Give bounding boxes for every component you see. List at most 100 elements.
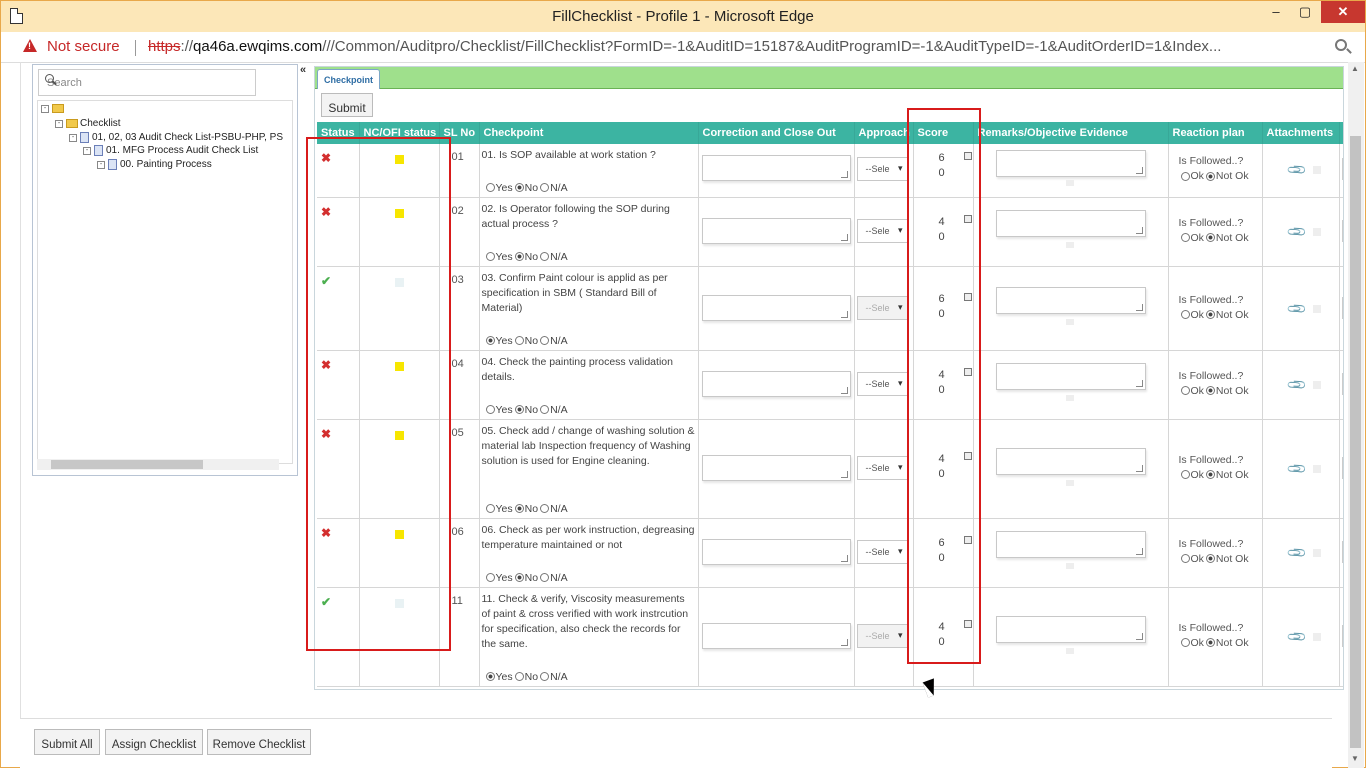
radio-yes[interactable] xyxy=(485,504,495,513)
radio-no[interactable] xyxy=(514,252,524,261)
radio-ok[interactable] xyxy=(1180,470,1190,480)
submit-button[interactable]: Submit xyxy=(321,93,373,117)
paperclip-icon[interactable]: 📎 xyxy=(1285,373,1308,396)
radio-no[interactable] xyxy=(514,336,524,345)
radio-no[interactable] xyxy=(514,672,524,681)
page-vertical-scrollbar[interactable]: ▲ ▼ xyxy=(1348,62,1364,768)
expand-icon[interactable]: - xyxy=(83,146,91,155)
radio-na[interactable] xyxy=(540,672,550,681)
assign-checklist-button[interactable]: Assign Checklist xyxy=(105,729,203,755)
radio-no[interactable] xyxy=(514,573,524,582)
checkpoint-text: 01. Is SOP available at work station ? xyxy=(481,149,656,161)
radio-yes[interactable] xyxy=(485,252,495,261)
url-text[interactable]: https://qa46a.ewqims.com///Common/Auditp… xyxy=(148,38,1221,55)
radio-not-ok[interactable] xyxy=(1205,638,1215,648)
remarks-textarea[interactable] xyxy=(995,615,1146,643)
paperclip-icon[interactable]: 📎 xyxy=(1285,625,1308,648)
expand-icon[interactable]: - xyxy=(41,104,49,113)
correction-textarea[interactable] xyxy=(701,217,851,244)
radio-ok[interactable] xyxy=(1180,386,1190,396)
tree-root[interactable]: - xyxy=(41,104,66,113)
expand-icon[interactable]: - xyxy=(55,119,63,128)
radio-not-ok[interactable] xyxy=(1205,233,1215,243)
expand-icon[interactable]: - xyxy=(69,133,77,142)
approach-select[interactable]: --Sele ▾ xyxy=(856,539,908,564)
checkpoint-text: 06. Check as per work instruction, degre… xyxy=(481,523,695,551)
radio-yes[interactable] xyxy=(485,573,495,582)
radio-na[interactable] xyxy=(540,183,550,192)
radio-na[interactable] xyxy=(540,573,550,582)
tree-node-checklist[interactable]: - Checklist xyxy=(55,118,121,129)
radio-not-ok[interactable] xyxy=(1205,171,1215,181)
scroll-down-icon[interactable]: ▼ xyxy=(1351,754,1359,763)
zoom-icon[interactable] xyxy=(1335,39,1347,51)
scrollbar-thumb[interactable] xyxy=(51,460,203,469)
correction-textarea[interactable] xyxy=(701,294,851,321)
tree-horizontal-scrollbar[interactable] xyxy=(37,459,279,470)
radio-no[interactable] xyxy=(514,504,524,513)
checklist-panel: Checkpoint Submit Status NC/OFI status S… xyxy=(314,66,1344,690)
tree-node-mfg-process[interactable]: - 01. MFG Process Audit Check List xyxy=(83,145,258,156)
correction-textarea[interactable] xyxy=(701,454,851,481)
scroll-up-icon[interactable]: ▲ xyxy=(1351,64,1359,73)
paperclip-icon[interactable]: 📎 xyxy=(1285,220,1308,243)
radio-not-ok[interactable] xyxy=(1205,470,1215,480)
radio-ok[interactable] xyxy=(1180,638,1190,648)
approach-select[interactable]: --Sele ▾ xyxy=(856,623,908,648)
approach-select[interactable]: --Sele ▾ xyxy=(856,157,908,181)
address-bar[interactable]: Not secure https://qa46a.ewqims.com///Co… xyxy=(1,32,1365,63)
security-indicator[interactable]: Not secure xyxy=(47,38,120,55)
radio-yes[interactable] xyxy=(485,672,495,681)
remarks-textarea[interactable] xyxy=(995,362,1146,390)
paperclip-icon[interactable]: 📎 xyxy=(1285,297,1308,320)
radio-na[interactable] xyxy=(540,252,550,261)
reaction-plan: Is Followed..? Ok Not Ok xyxy=(1178,621,1249,649)
expand-icon[interactable]: - xyxy=(97,160,105,169)
approach-select[interactable]: --Sele ▾ xyxy=(856,295,908,320)
radio-na[interactable] xyxy=(540,336,550,345)
minimize-button[interactable]: – xyxy=(1263,1,1289,23)
attachment-indicator xyxy=(1312,464,1321,473)
tree-node-painting[interactable]: - 00. Painting Process xyxy=(97,159,212,170)
radio-not-ok[interactable] xyxy=(1205,554,1215,564)
remove-checklist-button[interactable]: Remove Checklist xyxy=(207,729,311,755)
radio-na[interactable] xyxy=(540,504,550,513)
correction-textarea[interactable] xyxy=(701,155,851,181)
correction-textarea[interactable] xyxy=(701,538,851,565)
radio-not-ok[interactable] xyxy=(1205,386,1215,396)
radio-no[interactable] xyxy=(514,405,524,414)
remarks-textarea[interactable] xyxy=(995,209,1146,237)
paperclip-icon[interactable]: 📎 xyxy=(1285,541,1308,564)
radio-no[interactable] xyxy=(514,183,524,192)
maximize-button[interactable]: ▢ xyxy=(1292,1,1318,23)
radio-not-ok[interactable] xyxy=(1205,310,1215,320)
close-button[interactable]: ✕ xyxy=(1321,1,1365,23)
warning-icon xyxy=(23,39,37,52)
paperclip-icon[interactable]: 📎 xyxy=(1285,457,1308,480)
remarks-textarea[interactable] xyxy=(995,286,1146,314)
remarks-textarea[interactable] xyxy=(995,447,1146,475)
tab-checkpoint[interactable]: Checkpoint xyxy=(317,69,380,89)
remarks-textarea[interactable] xyxy=(995,150,1146,177)
tree-node-audit-list[interactable]: - 01, 02, 03 Audit Check List-PSBU-PHP, P… xyxy=(69,132,283,143)
approach-select[interactable]: --Sele ▾ xyxy=(856,218,908,243)
answer-radio-group: Yes No N/A xyxy=(484,404,568,416)
correction-textarea[interactable] xyxy=(701,370,851,397)
submit-all-button[interactable]: Submit All xyxy=(34,729,100,755)
collapse-panel-button[interactable]: « xyxy=(300,64,306,76)
scrollbar-thumb[interactable] xyxy=(1350,136,1361,748)
radio-na[interactable] xyxy=(540,405,550,414)
approach-select[interactable]: --Sele ▾ xyxy=(856,371,908,396)
correction-textarea[interactable] xyxy=(701,622,851,649)
approach-select[interactable]: --Sele ▾ xyxy=(856,455,908,480)
radio-yes[interactable] xyxy=(485,405,495,414)
radio-yes[interactable] xyxy=(485,183,495,192)
radio-ok[interactable] xyxy=(1180,554,1190,564)
radio-ok[interactable] xyxy=(1180,310,1190,320)
radio-yes[interactable] xyxy=(485,336,495,345)
remarks-textarea[interactable] xyxy=(995,530,1146,558)
radio-ok[interactable] xyxy=(1180,233,1190,243)
radio-ok[interactable] xyxy=(1180,171,1190,181)
paperclip-icon[interactable]: 📎 xyxy=(1285,159,1308,182)
tree-search-input[interactable]: Search xyxy=(38,69,256,96)
